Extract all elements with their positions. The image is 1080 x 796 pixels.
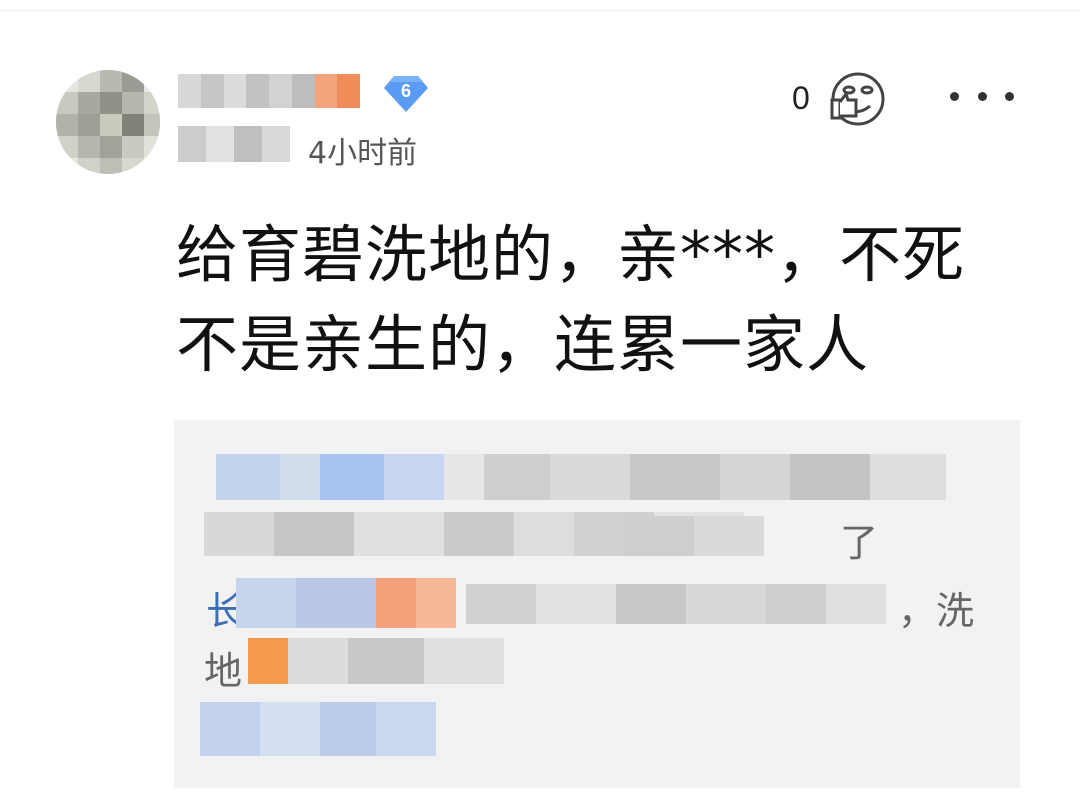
more-options-button[interactable] [950, 84, 1014, 108]
comment-line: 给育碧洗地的，亲***，不死 [176, 218, 966, 291]
thumbs-up-face-icon[interactable] [826, 70, 890, 128]
avatar[interactable] [56, 70, 160, 174]
redacted-username [200, 702, 436, 756]
redacted-text [466, 584, 886, 624]
username-redacted[interactable] [178, 74, 360, 108]
floor-number-redacted [178, 126, 290, 162]
redacted-text [216, 454, 946, 500]
comment-body: 给育碧洗地的，亲***，不死 不是亲生的，连累一家人 [176, 210, 1016, 390]
redacted-username [236, 578, 456, 628]
redacted-text [248, 638, 504, 684]
quote-text-fragment: ，洗 [898, 589, 975, 633]
top-divider [0, 10, 1080, 11]
quote-text-fragment: 地 [204, 649, 243, 693]
level-number: 6 [400, 81, 411, 101]
more-dots-icon [950, 91, 959, 101]
quote-text-fragment: 了 [840, 521, 879, 565]
like-count: 0 [792, 80, 810, 116]
redacted-text [624, 516, 764, 556]
quoted-reply[interactable]: 了 长 ，洗 地 [174, 420, 1020, 788]
comment-line: 不是亲生的，连累一家人 [176, 308, 870, 381]
level-badge: 6 [382, 74, 430, 114]
post-time: 4小时前 [308, 136, 418, 171]
